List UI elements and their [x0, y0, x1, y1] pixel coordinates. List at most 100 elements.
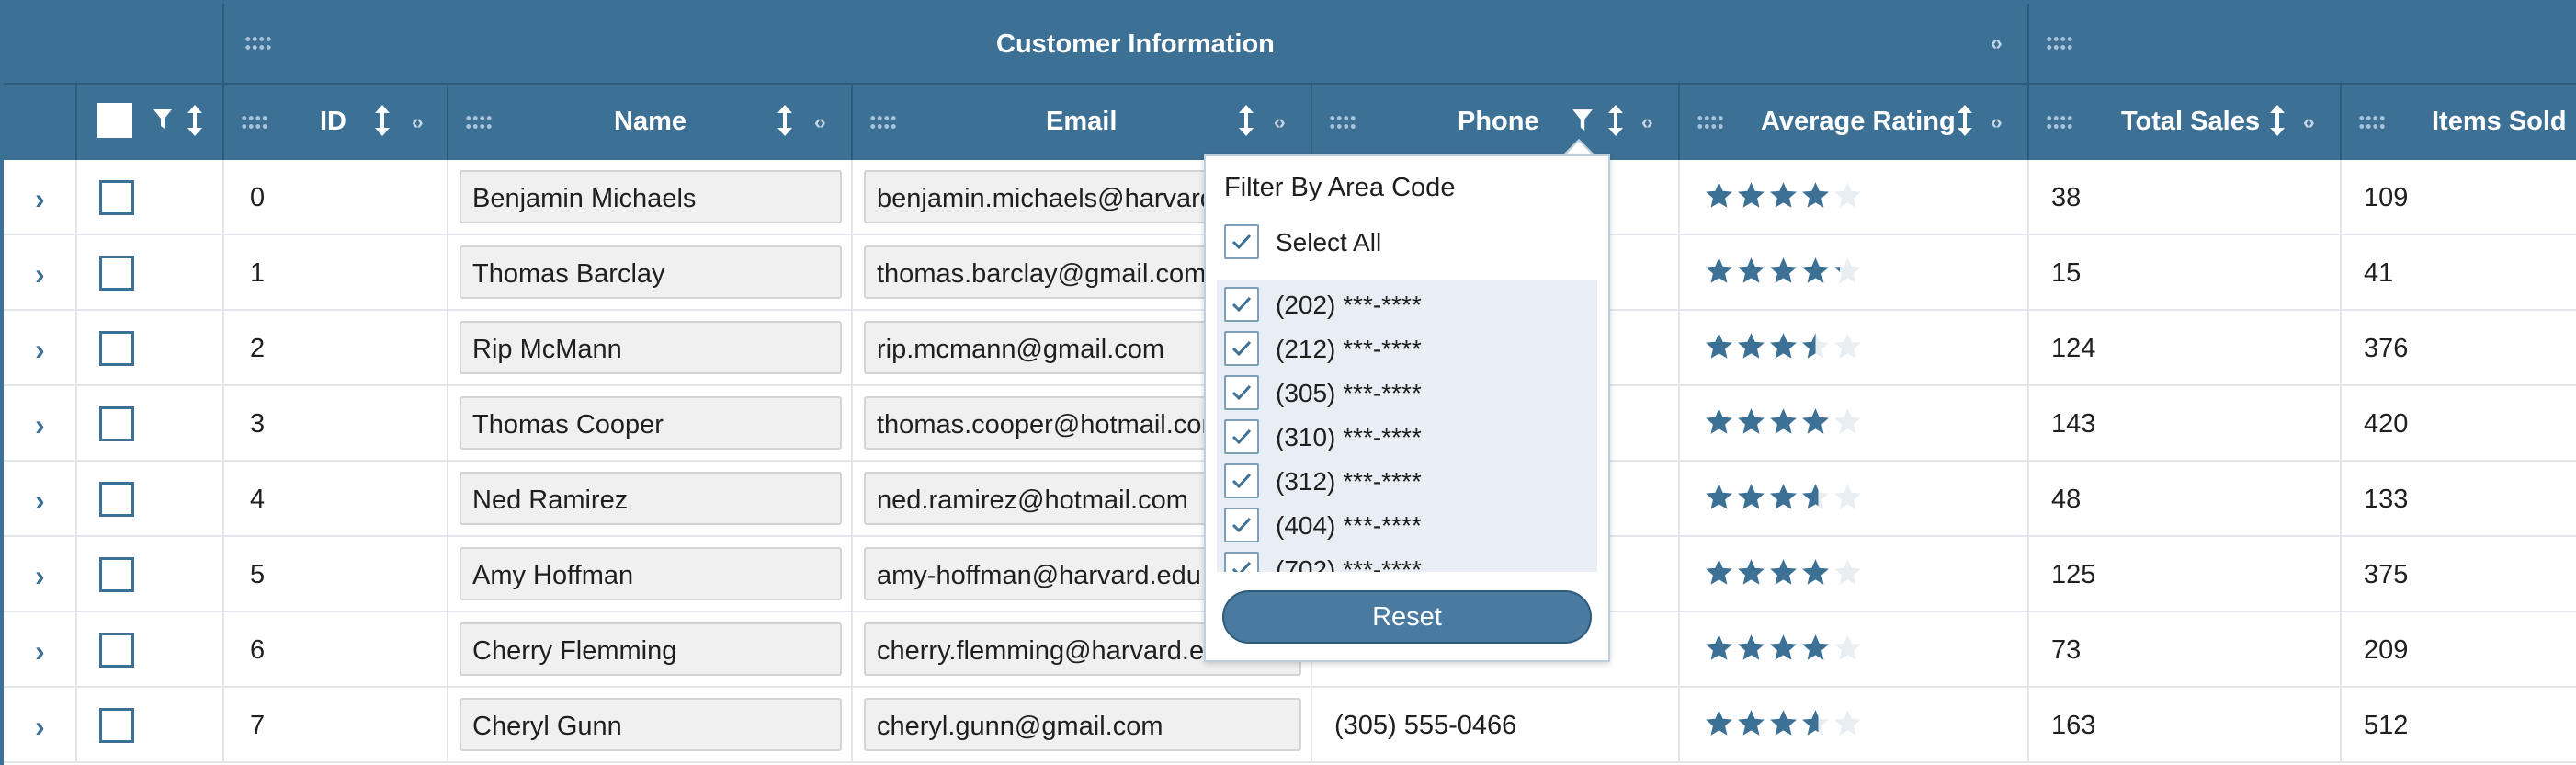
- header-items-sold[interactable]: Items Sold: [2342, 83, 2576, 160]
- star-icon[interactable]: [1833, 633, 1863, 663]
- star-icon[interactable]: [1704, 557, 1734, 588]
- star-icon[interactable]: [1768, 406, 1799, 437]
- resize-icon[interactable]: ‹›: [1991, 110, 2003, 134]
- header-phone[interactable]: Phone ‹›: [1312, 83, 1680, 160]
- row-checkbox[interactable]: [99, 482, 134, 517]
- chevron-right-icon[interactable]: ›: [35, 257, 45, 291]
- star-icon[interactable]: [1768, 180, 1799, 211]
- name-input[interactable]: Rip McMann: [460, 321, 842, 374]
- drag-handle-icon[interactable]: [465, 114, 493, 131]
- sort-icon[interactable]: [2270, 105, 2285, 136]
- star-icon[interactable]: [1768, 557, 1799, 588]
- row-checkbox[interactable]: [99, 331, 134, 366]
- rating-stars[interactable]: [1704, 331, 1863, 364]
- area-code-checkbox[interactable]: [1224, 375, 1259, 410]
- row-checkbox[interactable]: [99, 256, 134, 291]
- header-email[interactable]: Email ‹›: [853, 83, 1312, 160]
- star-icon[interactable]: [1768, 708, 1799, 738]
- star-icon[interactable]: [1833, 557, 1863, 588]
- area-code-checkbox[interactable]: [1224, 552, 1259, 572]
- star-icon[interactable]: [1704, 482, 1734, 512]
- star-icon[interactable]: [1768, 482, 1799, 512]
- star-icon[interactable]: [1800, 331, 1831, 361]
- chevron-right-icon[interactable]: ›: [35, 182, 45, 216]
- star-icon[interactable]: [1736, 633, 1766, 663]
- sort-icon[interactable]: [777, 105, 792, 136]
- row-checkbox[interactable]: [99, 406, 134, 441]
- sort-icon[interactable]: [187, 105, 202, 136]
- chevron-right-icon[interactable]: ›: [35, 333, 45, 367]
- drag-handle-icon[interactable]: [2358, 114, 2386, 131]
- star-icon[interactable]: [1736, 557, 1766, 588]
- star-icon[interactable]: [1768, 256, 1799, 286]
- star-icon[interactable]: [1800, 406, 1831, 437]
- sort-icon[interactable]: [1958, 105, 1972, 136]
- name-input[interactable]: Ned Ramirez: [460, 472, 842, 525]
- resize-icon[interactable]: ‹›: [1274, 110, 1286, 134]
- area-code-checkbox[interactable]: [1224, 463, 1259, 498]
- rating-stars[interactable]: [1704, 256, 1863, 289]
- star-icon[interactable]: [1704, 180, 1734, 211]
- star-icon[interactable]: [1833, 256, 1863, 286]
- drag-handle-icon[interactable]: [869, 114, 897, 131]
- star-icon[interactable]: [1800, 482, 1831, 512]
- chevron-right-icon[interactable]: ›: [35, 710, 45, 744]
- sort-icon[interactable]: [1608, 105, 1623, 136]
- star-icon[interactable]: [1800, 256, 1831, 286]
- header-id[interactable]: ID ‹›: [224, 83, 448, 160]
- chevron-right-icon[interactable]: ›: [35, 634, 45, 668]
- header-total-sales[interactable]: Total Sales ‹›: [2029, 83, 2342, 160]
- star-icon[interactable]: [1800, 557, 1831, 588]
- rating-stars[interactable]: [1704, 557, 1863, 590]
- chevron-right-icon[interactable]: ›: [35, 559, 45, 593]
- name-input[interactable]: Cherry Flemming: [460, 622, 842, 676]
- drag-handle-icon[interactable]: [1329, 114, 1356, 131]
- star-icon[interactable]: [1833, 331, 1863, 361]
- star-icon[interactable]: [1768, 633, 1799, 663]
- table-row[interactable]: › 7 Cheryl Gunn cheryl.gunn@gmail.com (305) …: [4, 688, 2576, 763]
- reset-button[interactable]: Reset: [1222, 590, 1592, 644]
- star-icon[interactable]: [1704, 406, 1734, 437]
- star-icon[interactable]: [1704, 331, 1734, 361]
- rating-stars[interactable]: [1704, 633, 1863, 666]
- row-checkbox[interactable]: [99, 708, 134, 743]
- rating-stars[interactable]: [1704, 708, 1863, 741]
- filter-icon[interactable]: [1572, 108, 1595, 132]
- row-checkbox[interactable]: [99, 180, 134, 215]
- email-input[interactable]: cheryl.gunn@gmail.com: [864, 698, 1301, 751]
- name-input[interactable]: Amy Hoffman: [460, 547, 842, 600]
- sort-icon[interactable]: [1239, 105, 1254, 136]
- name-input[interactable]: Cheryl Gunn: [460, 698, 842, 751]
- rating-stars[interactable]: [1704, 482, 1863, 515]
- area-code-checkbox[interactable]: [1224, 419, 1259, 454]
- area-code-checkbox[interactable]: [1224, 287, 1259, 322]
- row-checkbox[interactable]: [99, 557, 134, 592]
- resize-icon[interactable]: ‹›: [1641, 110, 1653, 134]
- filter-icon[interactable]: [153, 108, 176, 132]
- name-input[interactable]: Thomas Barclay: [460, 245, 842, 299]
- star-icon[interactable]: [1768, 331, 1799, 361]
- sort-icon[interactable]: [375, 105, 390, 136]
- name-input[interactable]: Benjamin Michaels: [460, 170, 842, 223]
- chevron-right-icon[interactable]: ›: [35, 408, 45, 442]
- star-icon[interactable]: [1833, 708, 1863, 738]
- drag-handle-icon[interactable]: [2046, 35, 2073, 51]
- area-code-list[interactable]: (202) ***-**** (212) ***-**** (305) ***-**…: [1217, 280, 1597, 572]
- star-icon[interactable]: [1704, 256, 1734, 286]
- star-icon[interactable]: [1800, 180, 1831, 211]
- star-icon[interactable]: [1800, 633, 1831, 663]
- star-icon[interactable]: [1800, 708, 1831, 738]
- resize-icon[interactable]: ‹›: [2303, 110, 2315, 134]
- group-header-customer-information[interactable]: Customer Information ‹›: [224, 4, 2029, 83]
- star-icon[interactable]: [1704, 633, 1734, 663]
- resize-icon[interactable]: ‹›: [1991, 31, 2003, 55]
- star-icon[interactable]: [1833, 406, 1863, 437]
- row-checkbox[interactable]: [99, 633, 134, 668]
- star-icon[interactable]: [1736, 180, 1766, 211]
- drag-handle-icon[interactable]: [2046, 114, 2073, 131]
- rating-stars[interactable]: [1704, 406, 1863, 440]
- resize-icon[interactable]: ‹›: [814, 110, 826, 134]
- select-all-filter-checkbox[interactable]: [1224, 224, 1259, 259]
- resize-icon[interactable]: ‹›: [412, 110, 424, 134]
- drag-handle-icon[interactable]: [244, 35, 272, 51]
